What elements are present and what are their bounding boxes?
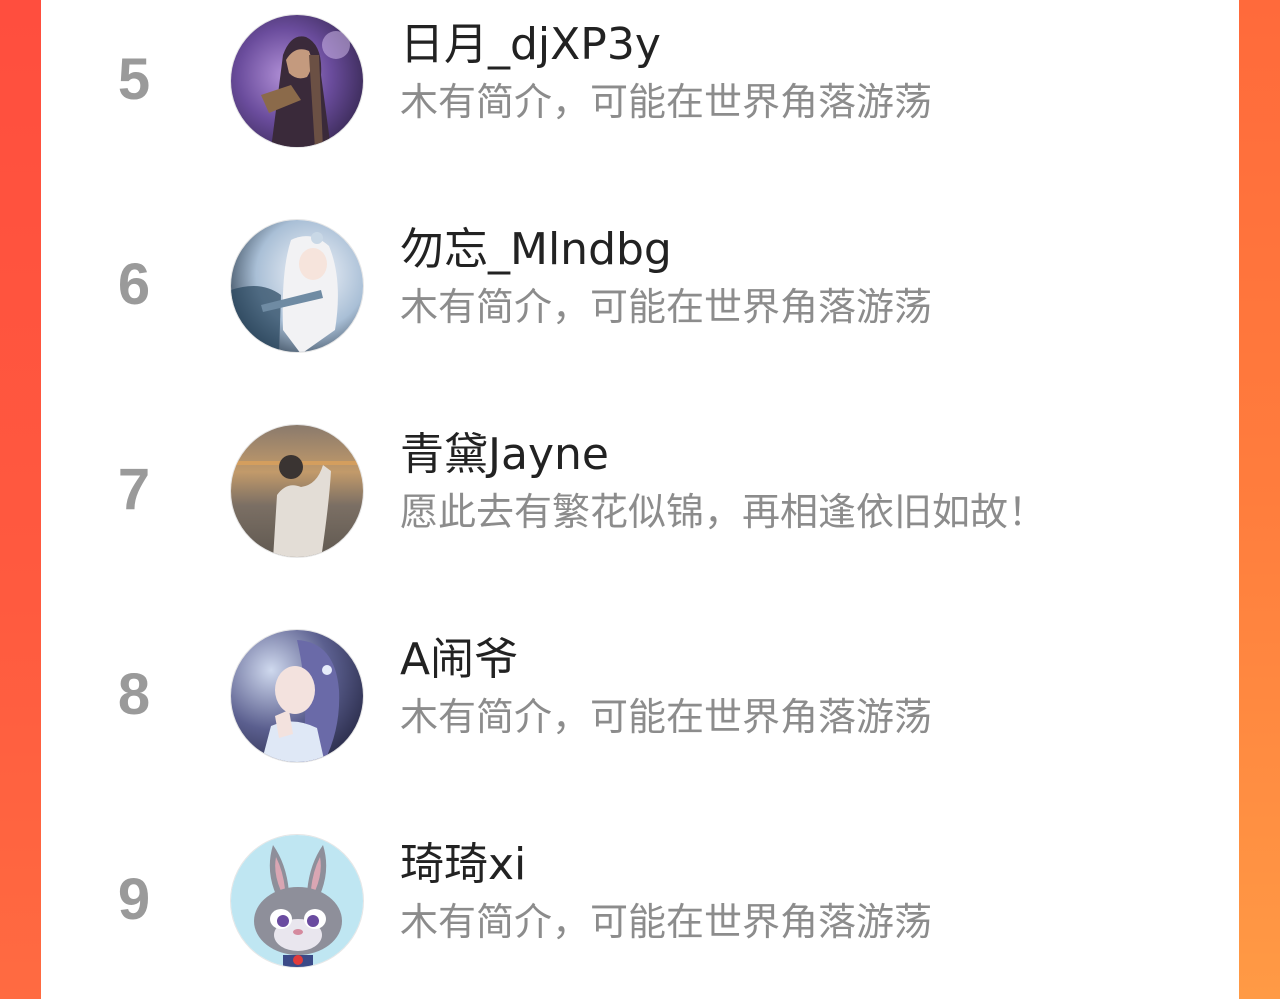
ranking-row[interactable]: 9 琦琦xi 木有简介，可能在世界角落游荡: [41, 820, 1239, 980]
avatar-illustration-purple-icon: [231, 15, 363, 147]
left-gradient-border: [0, 0, 41, 999]
ranking-row[interactable]: 6 勿忘_Mlndbg 木有简介，可能在世界角落游荡: [41, 205, 1239, 365]
ranking-panel: 5 日月_djXP3y 木有简介，可能在世界角落游荡 6 勿忘_Mlndbg 木…: [41, 0, 1239, 999]
user-avatar[interactable]: [230, 14, 364, 148]
ranking-row[interactable]: 8 A闹爷 木有简介，可能在世界角落游荡: [41, 615, 1239, 775]
user-bio: 愿此去有繁花似锦，再相逢依旧如故！: [400, 490, 1047, 534]
avatar-illustration-white-hair-icon: [231, 220, 363, 352]
user-bio: 木有简介，可能在世界角落游荡: [400, 695, 933, 739]
right-gradient-border: [1239, 0, 1280, 999]
user-name[interactable]: 琦琦xi: [400, 838, 526, 892]
user-avatar[interactable]: [230, 629, 364, 763]
user-name[interactable]: 勿忘_Mlndbg: [400, 223, 672, 277]
user-bio: 木有简介，可能在世界角落游荡: [400, 80, 933, 124]
user-avatar[interactable]: [230, 834, 364, 968]
ranking-row[interactable]: 5 日月_djXP3y 木有简介，可能在世界角落游荡: [41, 0, 1239, 160]
rank-number: 5: [117, 47, 151, 112]
rank-number: 9: [117, 867, 151, 932]
user-name[interactable]: 青黛Jayne: [400, 428, 609, 482]
avatar-bunny-cartoon-icon: [231, 835, 363, 967]
user-bio: 木有简介，可能在世界角落游荡: [400, 900, 933, 944]
user-name[interactable]: 日月_djXP3y: [400, 18, 661, 72]
rank-number: 7: [117, 457, 151, 522]
rank-number: 8: [117, 662, 151, 727]
user-avatar[interactable]: [230, 424, 364, 558]
ranking-row[interactable]: 7 青黛Jayne 愿此去有繁花似锦，再相逢依旧如故！: [41, 410, 1239, 570]
avatar-photo-sunset-icon: [231, 425, 363, 557]
user-name[interactable]: A闹爷: [400, 633, 518, 687]
avatar-illustration-girl-icon: [231, 630, 363, 762]
user-avatar[interactable]: [230, 219, 364, 353]
user-bio: 木有简介，可能在世界角落游荡: [400, 285, 933, 329]
rank-number: 6: [117, 252, 151, 317]
